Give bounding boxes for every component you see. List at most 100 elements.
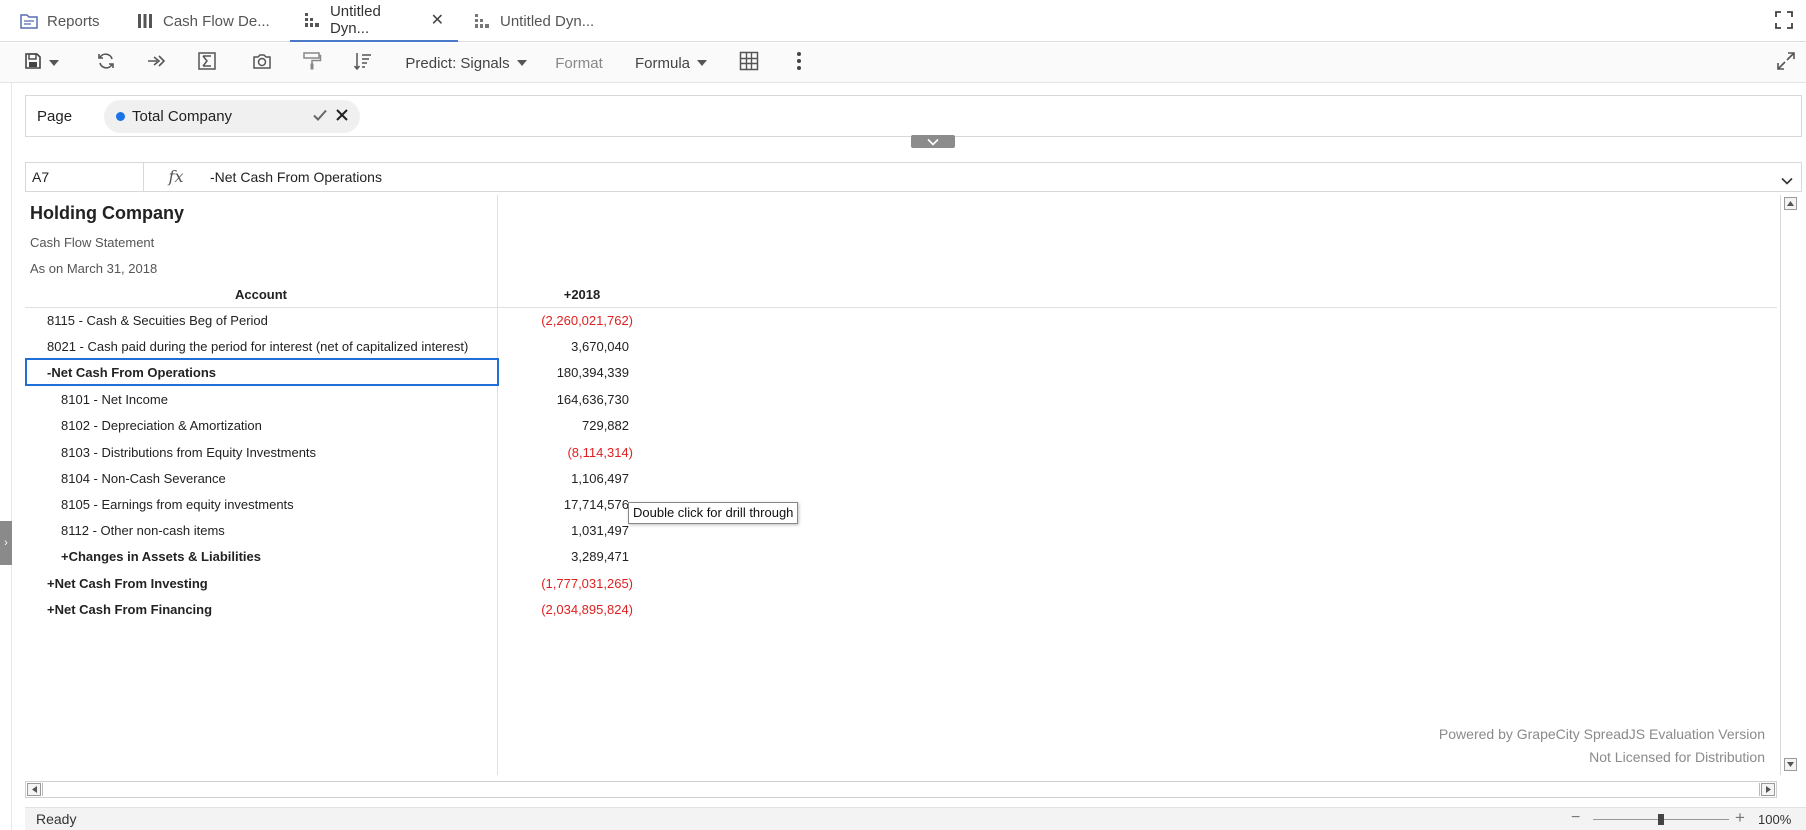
row-label[interactable]: 8021 - Cash paid during the period for i… [25, 334, 468, 360]
tab-untitled-dynamic[interactable]: Untitled Dyn... [473, 0, 594, 42]
zoom-level: 100% [1758, 812, 1792, 827]
row-value[interactable]: 3,670,040 [498, 334, 633, 360]
chevron-down-icon [927, 133, 939, 151]
sort-filter-button[interactable] [349, 43, 377, 83]
table-grid-button[interactable] [737, 43, 761, 83]
row-value[interactable]: 1,031,497 [498, 518, 633, 544]
row-value[interactable]: 164,636,730 [498, 387, 633, 413]
row-label[interactable]: 8104 - Non-Cash Severance [25, 466, 226, 492]
tab-reports[interactable]: Reports [20, 0, 100, 42]
save-icon [24, 52, 42, 74]
row-value[interactable]: (2,260,021,762) [498, 308, 633, 334]
row-value[interactable]: (1,777,031,265) [498, 571, 633, 597]
watermark-line-1: Powered by GrapeCity SpreadJS Evaluation… [1438, 726, 1765, 742]
run-icon [146, 51, 166, 75]
scroll-left-icon[interactable] [27, 783, 41, 796]
scroll-down-icon[interactable] [1784, 758, 1797, 771]
zoom-slider-thumb[interactable] [1658, 814, 1664, 825]
spreadsheet-grid[interactable]: Holding Company Cash Flow Statement As o… [25, 195, 1777, 775]
close-icon[interactable] [334, 107, 350, 127]
row-value[interactable]: (2,034,895,824) [498, 597, 633, 623]
zoom-out-icon[interactable]: − [1571, 809, 1580, 827]
column-header-year[interactable]: +2018 [497, 287, 667, 302]
sort-filter-icon [353, 51, 373, 75]
format-button[interactable]: Format [552, 43, 606, 83]
refresh-button[interactable] [92, 43, 120, 83]
page-label: Page [37, 108, 73, 125]
report-company: Holding Company [30, 203, 184, 223]
close-icon[interactable]: ✕ [431, 10, 444, 30]
scroll-up-icon[interactable] [1784, 197, 1797, 210]
reports-folder-icon [20, 12, 38, 30]
page-filter-bar: Page Total Company [25, 95, 1802, 137]
row-value[interactable]: (8,114,314) [498, 440, 633, 466]
chip-label: Total Company [132, 108, 233, 125]
row-label[interactable]: 8115 - Cash & Secuities Beg of Period [25, 308, 268, 334]
scroll-track[interactable] [42, 783, 1760, 796]
tab-label: Cash Flow De... [163, 12, 270, 30]
horizontal-scrollbar[interactable] [25, 781, 1777, 798]
row-value[interactable]: 180,394,339 [498, 360, 633, 386]
formula-sum-button[interactable] [193, 43, 221, 83]
fullscreen-icon[interactable] [1774, 10, 1794, 30]
predict-label: Predict: Signals [405, 54, 510, 72]
snapshot-button[interactable] [248, 43, 276, 83]
dynamic-report-icon [473, 12, 491, 30]
check-icon[interactable] [312, 107, 328, 127]
left-panel-strip: › [0, 83, 12, 830]
tab-label: Reports [47, 12, 100, 30]
chevron-down-icon [697, 60, 707, 66]
row-value[interactable]: 729,882 [498, 413, 633, 439]
tab-label: Untitled Dyn... [500, 12, 595, 30]
collapse-page-handle[interactable] [911, 135, 955, 148]
column-header-account[interactable]: Account [25, 287, 497, 302]
grid-icon [136, 12, 154, 30]
formula-bar: A7 fx -Net Cash From Operations [25, 162, 1802, 192]
chip-dot [116, 112, 125, 121]
formula-input[interactable]: -Net Cash From Operations [210, 163, 382, 191]
row-value[interactable]: 1,106,497 [498, 466, 633, 492]
row-value[interactable]: 17,714,576 [498, 492, 633, 518]
row-label[interactable]: 8102 - Depreciation & Amortization [25, 413, 262, 439]
row-label[interactable]: +Net Cash From Financing [25, 597, 212, 623]
format-painter-button[interactable] [298, 43, 326, 83]
row-label[interactable]: 8103 - Distributions from Equity Investm… [25, 440, 316, 466]
tab-cash-flow[interactable]: Cash Flow De... [136, 0, 270, 42]
header-divider [25, 307, 1777, 308]
chevron-right-icon[interactable]: › [0, 521, 12, 565]
camera-icon [252, 52, 272, 74]
zoom-in-icon[interactable]: + [1735, 808, 1745, 828]
row-label[interactable]: 8101 - Net Income [25, 387, 168, 413]
page-filter-chip[interactable]: Total Company [104, 100, 360, 133]
selected-cell[interactable] [25, 358, 499, 386]
paint-brush-icon [302, 51, 322, 75]
report-date: As on March 31, 2018 [30, 261, 158, 276]
cell-reference-box[interactable]: A7 [26, 163, 144, 191]
chevron-down-icon [516, 60, 527, 66]
row-label[interactable]: +Changes in Assets & Liabilities [25, 544, 261, 570]
vertical-scrollbar[interactable] [1780, 195, 1800, 775]
save-button[interactable] [20, 43, 62, 83]
row-label[interactable]: 8112 - Other non-cash items [25, 518, 225, 544]
expand-button[interactable] [1774, 43, 1798, 83]
tab-untitled-dynamic-active[interactable]: Untitled Dyn... ✕ [290, 0, 458, 42]
scroll-right-icon[interactable] [1761, 783, 1775, 796]
app-window: Reports Cash Flow De... Untitled Dyn... … [0, 0, 1806, 830]
run-button[interactable] [142, 43, 170, 83]
table-grid-icon [739, 51, 759, 75]
formula-dropdown[interactable]: Formula [633, 43, 709, 83]
row-label[interactable]: +Net Cash From Investing [25, 571, 208, 597]
report-subtitle: Cash Flow Statement [30, 235, 155, 250]
more-options-button[interactable] [789, 43, 809, 83]
tab-label: Untitled Dyn... [329, 3, 381, 37]
chevron-down-icon [48, 60, 59, 66]
predict-signals-dropdown[interactable]: Predict: Signals [404, 43, 528, 83]
chevron-down-icon[interactable] [1781, 172, 1793, 190]
more-vertical-icon [796, 51, 802, 75]
tab-bar: Reports Cash Flow De... Untitled Dyn... … [0, 0, 1806, 42]
row-value[interactable]: 3,289,471 [498, 544, 633, 570]
row-label[interactable]: 8105 - Earnings from equity investments [25, 492, 294, 518]
dynamic-report-icon [304, 11, 321, 29]
status-bar: Ready − + 100% [25, 807, 1806, 830]
formula-label: Formula [634, 54, 690, 72]
